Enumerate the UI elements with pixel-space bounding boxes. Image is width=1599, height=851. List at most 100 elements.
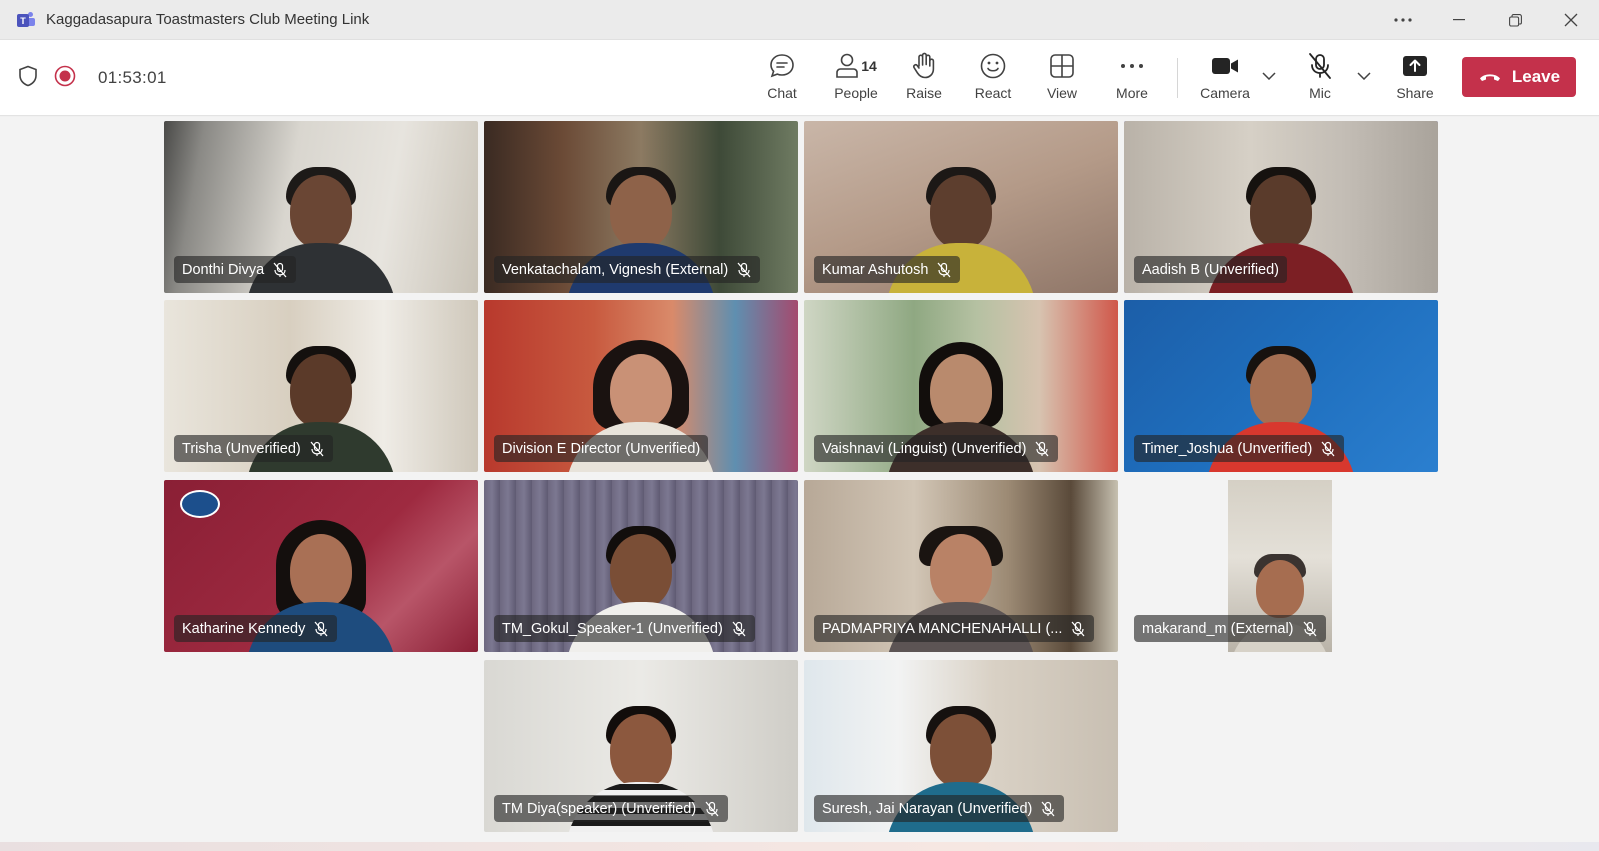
participant-tile[interactable]: Katharine Kennedy: [164, 480, 478, 652]
participant-nameplate: Division E Director (Unverified): [494, 435, 709, 462]
more-button[interactable]: More: [1100, 50, 1164, 106]
mic-muted-icon: [705, 801, 719, 816]
share-label: Share: [1396, 85, 1434, 101]
react-label: React: [974, 85, 1012, 101]
participant-tile[interactable]: Kumar Ashutosh: [804, 121, 1118, 293]
participant-tile-active-speaker[interactable]: Aadish B (Unverified): [1124, 121, 1438, 293]
mic-muted-icon: [1041, 801, 1055, 816]
participant-tile[interactable]: Trisha (Unverified): [164, 300, 478, 472]
participant-tile[interactable]: Suresh, Jai Narayan (Unverified): [804, 660, 1118, 832]
mic-muted-icon: [1071, 621, 1085, 636]
participant-name: Katharine Kennedy: [182, 620, 306, 637]
toolbar-divider: [1177, 58, 1178, 98]
mic-label: Mic: [1309, 85, 1331, 101]
taskbar-edge: [0, 842, 1599, 851]
participant-tile[interactable]: Donthi Divya: [164, 121, 478, 293]
share-button[interactable]: Share: [1383, 50, 1447, 106]
people-icon: [836, 53, 859, 78]
raise-label: Raise: [906, 85, 942, 101]
participant-nameplate: Vaishnavi (Linguist) (Unverified): [814, 435, 1059, 462]
svg-text:T: T: [20, 16, 26, 26]
participant-nameplate: Venkatachalam, Vignesh (External): [494, 256, 761, 283]
mic-muted-icon: [1307, 50, 1333, 82]
camera-options-chevron-icon[interactable]: [1261, 68, 1277, 84]
participant-nameplate: TM Diya(speaker) (Unverified): [494, 795, 729, 822]
meeting-toolbar: 01:53:01 Chat 14 People Raise React View: [0, 40, 1599, 116]
camera-icon: [1211, 50, 1239, 82]
title-bar: T Kaggadasapura Toastmasters Club Meetin…: [0, 0, 1599, 40]
raise-hand-icon: [911, 50, 937, 82]
participant-nameplate: Suresh, Jai Narayan (Unverified): [814, 795, 1065, 822]
grid-view-icon: [1049, 50, 1075, 82]
close-icon[interactable]: [1543, 0, 1599, 40]
minimize-icon[interactable]: [1431, 0, 1487, 40]
participant-name: TM Diya(speaker) (Unverified): [502, 800, 697, 817]
participant-tile[interactable]: Division E Director (Unverified): [484, 300, 798, 472]
leave-button[interactable]: Leave: [1462, 57, 1576, 97]
toastmasters-logo-icon: [180, 490, 220, 518]
participant-tile[interactable]: Venkatachalam, Vignesh (External): [484, 121, 798, 293]
participant-name: Kumar Ashutosh: [822, 261, 929, 278]
share-icon: [1402, 50, 1428, 82]
more-dots-icon: [1120, 50, 1144, 82]
hang-up-icon: [1478, 67, 1502, 87]
mic-muted-icon: [732, 621, 746, 636]
participant-name: Aadish B (Unverified): [1142, 261, 1279, 278]
participant-nameplate: TM_Gokul_Speaker-1 (Unverified): [494, 615, 755, 642]
recording-icon: [54, 65, 76, 92]
mic-muted-icon: [937, 262, 951, 277]
mic-muted-icon: [314, 621, 328, 636]
participant-name: Timer_Joshua (Unverified): [1142, 440, 1313, 457]
participant-tile[interactable]: TM_Gokul_Speaker-1 (Unverified): [484, 480, 798, 652]
chat-label: Chat: [767, 85, 797, 101]
view-label: View: [1046, 85, 1078, 101]
meeting-timer: 01:53:01: [98, 68, 167, 87]
smiley-icon: [979, 50, 1007, 82]
participant-nameplate: Kumar Ashutosh: [814, 256, 961, 283]
participant-name: Suresh, Jai Narayan (Unverified): [822, 800, 1033, 817]
participant-tile[interactable]: Timer_Joshua (Unverified): [1124, 300, 1438, 472]
participant-nameplate: PADMAPRIYA MANCHENAHALLI (...: [814, 615, 1095, 642]
chat-button[interactable]: Chat: [750, 50, 814, 106]
mic-muted-icon: [1303, 621, 1316, 636]
people-icon-wrap: 14: [835, 50, 877, 82]
window-title: Kaggadasapura Toastmasters Club Meeting …: [46, 11, 370, 28]
mic-muted-icon: [273, 262, 287, 277]
more-label: More: [1116, 85, 1148, 101]
participant-tile[interactable]: makarand_m (External): [1124, 480, 1438, 652]
chat-icon: [768, 50, 796, 82]
camera-button[interactable]: Camera: [1192, 50, 1258, 106]
participant-name: Vaishnavi (Linguist) (Unverified): [822, 440, 1027, 457]
camera-label: Camera: [1200, 85, 1250, 101]
leave-label: Leave: [1511, 67, 1561, 86]
people-button[interactable]: 14 People: [820, 50, 892, 106]
video-gallery: Donthi Divya Venkatachalam, Vignesh (Ext…: [0, 117, 1599, 842]
participant-tile[interactable]: PADMAPRIYA MANCHENAHALLI (...: [804, 480, 1118, 652]
mic-options-chevron-icon[interactable]: [1356, 68, 1372, 84]
participant-name: PADMAPRIYA MANCHENAHALLI (...: [822, 620, 1063, 637]
mic-button[interactable]: Mic: [1288, 50, 1352, 106]
teams-logo-icon: T: [16, 10, 36, 30]
window-controls: [1375, 0, 1599, 40]
participant-tile[interactable]: Vaishnavi (Linguist) (Unverified): [804, 300, 1118, 472]
participant-name: makarand_m (External): [1142, 620, 1294, 637]
participant-name: TM_Gokul_Speaker-1 (Unverified): [502, 620, 723, 637]
restore-icon[interactable]: [1487, 0, 1543, 40]
participant-nameplate: Timer_Joshua (Unverified): [1134, 435, 1345, 462]
mic-muted-icon: [1035, 441, 1049, 456]
view-button[interactable]: View: [1030, 50, 1094, 106]
participant-nameplate: Aadish B (Unverified): [1134, 256, 1287, 283]
participant-name: Venkatachalam, Vignesh (External): [502, 261, 729, 278]
more-options-icon[interactable]: [1375, 0, 1431, 40]
shield-icon[interactable]: [18, 65, 38, 92]
mic-muted-icon: [1321, 441, 1335, 456]
participant-tile[interactable]: TM Diya(speaker) (Unverified): [484, 660, 798, 832]
react-button[interactable]: React: [961, 50, 1025, 106]
participant-name: Trisha (Unverified): [182, 440, 301, 457]
participant-nameplate: Trisha (Unverified): [174, 435, 333, 462]
participant-name: Division E Director (Unverified): [502, 440, 701, 457]
participant-name: Donthi Divya: [182, 261, 265, 278]
raise-hand-button[interactable]: Raise: [892, 50, 956, 106]
participant-nameplate: Donthi Divya: [174, 256, 297, 283]
people-label: People: [834, 85, 878, 101]
